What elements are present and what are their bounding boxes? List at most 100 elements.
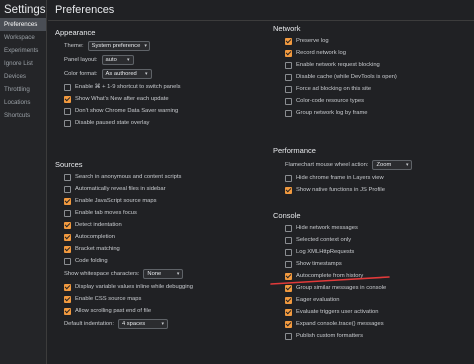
sidebar-item-experiments[interactable]: Experiments (0, 44, 46, 57)
panel-layout-select[interactable]: auto ▾ (101, 55, 134, 65)
checkbox-row[interactable]: Selected context only (273, 234, 473, 246)
sidebar-item-workspace[interactable]: Workspace (0, 31, 46, 44)
checkbox-row[interactable]: Enable CSS source maps (55, 293, 260, 305)
checkbox[interactable] (285, 332, 292, 340)
checkbox[interactable] (285, 236, 292, 244)
checkbox-row[interactable]: Display variable values inline while deb… (55, 281, 260, 293)
indentation-select[interactable]: 4 spaces ▾ (117, 319, 168, 329)
checkbox-row[interactable]: Preserve log (273, 35, 473, 47)
checkbox[interactable] (64, 221, 71, 229)
checkbox-row[interactable]: Evaluate triggers user activation (273, 306, 473, 318)
sidebar-item-shortcuts[interactable]: Shortcuts (0, 109, 46, 122)
checkbox[interactable] (64, 173, 71, 181)
page-title: Preferences (55, 4, 115, 16)
checkbox-row[interactable]: Enable ⌘ + 1-9 shortcut to switch panels (55, 81, 260, 93)
checkbox-label: Automatically reveal files in sidebar (75, 186, 166, 192)
sidebar-item-ignore-list[interactable]: Ignore List (0, 57, 46, 70)
checkbox-row[interactable]: Code folding (55, 255, 260, 267)
checkbox[interactable] (285, 174, 292, 182)
checkbox[interactable] (64, 307, 71, 315)
checkbox-row[interactable]: Autocompletion (55, 231, 260, 243)
checkbox[interactable] (285, 308, 292, 316)
checkbox[interactable] (285, 97, 292, 105)
checkbox-row[interactable]: Show What's New after each update (55, 93, 260, 105)
checkbox-row[interactable]: Hide chrome frame in Layers view (273, 172, 473, 184)
checkbox-row[interactable]: Color-code resource types (273, 95, 473, 107)
chevron-down-icon: ▾ (127, 57, 130, 63)
checkbox-row[interactable]: Don't show Chrome Data Saver warning (55, 105, 260, 117)
checkbox-row[interactable]: Eager evaluation (273, 294, 473, 306)
checkbox[interactable] (285, 320, 292, 328)
indentation-setting: Default indentation: 4 spaces ▾ (55, 317, 260, 331)
checkbox[interactable] (64, 95, 71, 103)
checkbox[interactable] (285, 49, 292, 57)
checkbox-row[interactable]: Expand console.trace() messages (273, 318, 473, 330)
checkbox[interactable] (285, 37, 292, 45)
checkbox[interactable] (64, 197, 71, 205)
checkbox-row[interactable]: Hide network messages (273, 222, 473, 234)
checkbox-label: Enable network request blocking (296, 62, 380, 68)
checkbox[interactable] (64, 185, 71, 193)
chevron-down-icon: ▾ (405, 161, 409, 168)
checkbox[interactable] (64, 83, 71, 91)
checkbox[interactable] (285, 73, 292, 81)
settings-sidebar: Settings Preferences Workspace Experimen… (0, 0, 47, 364)
sources-title: Sources (55, 160, 83, 169)
checkbox[interactable] (64, 245, 71, 253)
checkbox[interactable] (285, 186, 292, 194)
checkbox[interactable] (64, 233, 71, 241)
checkbox-row[interactable]: Detect indentation (55, 219, 260, 231)
sidebar-item-preferences[interactable]: Preferences (0, 18, 46, 31)
wheel-select[interactable]: Zoom ▾ (372, 159, 413, 170)
checkbox[interactable] (64, 295, 71, 303)
theme-select[interactable]: System preference ▾ (87, 41, 150, 51)
whitespace-select[interactable]: None ▾ (143, 269, 184, 279)
checkbox-label: Enable CSS source maps (75, 296, 142, 302)
checkbox-label: Preserve log (296, 38, 329, 44)
checkbox[interactable] (285, 61, 292, 69)
panel-layout-label: Panel layout: (64, 57, 98, 63)
checkbox-label: Code folding (75, 258, 108, 264)
show-timestamps-row[interactable]: Show timestamps (273, 258, 473, 270)
panel-layout-setting: Panel layout: auto ▾ (55, 53, 260, 67)
checkbox-row[interactable]: Automatically reveal files in sidebar (55, 183, 260, 195)
checkbox[interactable] (64, 107, 71, 115)
checkbox-row[interactable]: Disable paused state overlay (55, 117, 260, 129)
checkbox-row[interactable]: Enable JavaScript source maps (55, 195, 260, 207)
checkbox-row[interactable]: Group network log by frame (273, 107, 473, 119)
checkbox-row[interactable]: Search in anonymous and content scripts (55, 171, 260, 183)
checkbox[interactable] (285, 109, 292, 117)
checkbox-row[interactable]: Log XMLHttpRequests (273, 246, 473, 258)
whitespace-setting: Show whitespace characters: None ▾ (55, 267, 260, 281)
show-timestamps-checkbox[interactable] (285, 260, 292, 268)
indentation-label: Default indentation: (64, 321, 114, 327)
checkbox-row[interactable]: Publish custom formatters (273, 330, 473, 342)
checkbox-row[interactable]: Show native functions in JS Profile (273, 184, 473, 196)
console-title: Console (273, 211, 301, 220)
sidebar-item-throttling[interactable]: Throttling (0, 83, 46, 96)
checkbox[interactable] (64, 209, 71, 217)
checkbox[interactable] (285, 224, 292, 232)
checkbox-row[interactable]: Allow scrolling past end of file (55, 305, 260, 317)
checkbox-row[interactable]: Record network log (273, 47, 473, 59)
checkbox-label: Disable paused state overlay (75, 120, 150, 126)
checkbox[interactable] (285, 85, 292, 93)
checkbox[interactable] (64, 283, 71, 291)
checkbox[interactable] (64, 119, 71, 127)
checkbox[interactable] (285, 248, 292, 256)
checkbox-label: Color-code resource types (296, 98, 364, 104)
appearance-section: Appearance Theme: System preference ▾ Pan… (55, 27, 260, 129)
sidebar-item-locations[interactable]: Locations (0, 96, 46, 109)
checkbox[interactable] (64, 257, 71, 265)
checkbox-row[interactable]: Enable network request blocking (273, 59, 473, 71)
checkbox-row[interactable]: Disable cache (while DevTools is open) (273, 71, 473, 83)
wheel-setting: Flamechart mouse wheel action: Zoom ▾ (273, 157, 473, 172)
checkbox-row[interactable]: Enable tab moves focus (55, 207, 260, 219)
color-format-select[interactable]: As authored ▾ (101, 69, 152, 79)
sidebar-item-devices[interactable]: Devices (0, 70, 46, 83)
checkbox-row[interactable]: Bracket matching (55, 243, 260, 255)
wheel-label: Flamechart mouse wheel action: (285, 161, 369, 168)
checkbox[interactable] (285, 296, 292, 304)
chevron-down-icon: ▾ (144, 43, 147, 49)
checkbox-row[interactable]: Force ad blocking on this site (273, 83, 473, 95)
